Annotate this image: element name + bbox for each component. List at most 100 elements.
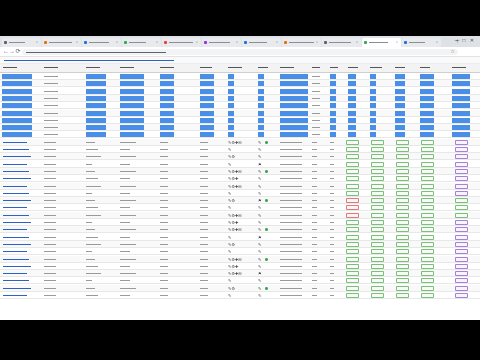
status-button[interactable]	[346, 212, 359, 218]
tab-close-icon[interactable]: ×	[436, 41, 439, 44]
action-icons[interactable]: ✎⚙	[228, 286, 235, 291]
record-link[interactable]	[3, 258, 29, 260]
action-icons[interactable]: ✎	[228, 278, 231, 283]
record-link[interactable]	[3, 273, 27, 275]
tab-close-icon[interactable]: ×	[276, 41, 279, 44]
selected-id-cell[interactable]	[2, 132, 32, 138]
table-row[interactable]: ✎ ⚑	[0, 161, 480, 168]
browser-tab[interactable]: ×	[82, 38, 121, 47]
status-button[interactable]	[455, 168, 468, 174]
column-header[interactable]	[86, 67, 100, 68]
status-button[interactable]	[371, 220, 384, 225]
action-icons[interactable]: ✎⚙✚	[228, 220, 238, 225]
action-icons[interactable]: ✎⚙	[228, 154, 235, 159]
status-button[interactable]	[346, 227, 359, 233]
status-button[interactable]	[455, 271, 468, 277]
table-row[interactable]: ✎ ⚑	[0, 234, 480, 241]
status-button[interactable]	[421, 220, 434, 225]
status-button[interactable]	[455, 212, 468, 218]
status-button[interactable]	[346, 293, 359, 298]
status-button[interactable]	[396, 205, 409, 211]
selected-id-cell[interactable]	[2, 81, 32, 87]
status-button[interactable]	[455, 278, 468, 284]
status-button[interactable]	[421, 168, 434, 174]
table-row[interactable]: ✎⚙✚✉ ✎	[0, 167, 480, 175]
status-button[interactable]	[396, 139, 409, 145]
column-header[interactable]	[120, 67, 134, 68]
status-button[interactable]	[371, 212, 384, 218]
table-row[interactable]	[0, 117, 480, 124]
status-button[interactable]	[396, 234, 409, 240]
status-button[interactable]	[346, 241, 359, 247]
table-row[interactable]: ✎⚙✚✉ ✎	[0, 226, 480, 234]
status-button[interactable]	[396, 168, 409, 174]
status-button[interactable]	[455, 176, 468, 182]
status-button[interactable]	[346, 161, 359, 167]
status-button[interactable]	[371, 176, 384, 182]
status-button[interactable]	[421, 263, 434, 269]
table-row[interactable]	[0, 109, 480, 117]
column-header[interactable]	[44, 67, 58, 68]
status-button[interactable]	[346, 234, 359, 240]
browser-tab[interactable]: ×	[162, 38, 201, 47]
record-link[interactable]	[3, 265, 31, 267]
record-link[interactable]	[3, 163, 27, 165]
selected-id-cell[interactable]	[2, 125, 32, 131]
status-button[interactable]	[371, 249, 384, 255]
status-button[interactable]	[421, 190, 434, 196]
action-icons[interactable]: ✎⚙✚✉	[228, 213, 242, 218]
reload-icon[interactable]: ⟳	[15, 49, 21, 55]
table-row[interactable]	[0, 124, 480, 132]
status-button[interactable]	[396, 227, 409, 233]
action-icons[interactable]: ✎⚙✚	[228, 264, 238, 269]
record-link[interactable]	[3, 192, 29, 194]
status-button[interactable]	[346, 220, 359, 225]
status-button[interactable]	[455, 154, 468, 160]
column-header[interactable]	[370, 67, 382, 68]
browser-tab[interactable]: ×	[402, 38, 441, 47]
status-button[interactable]	[396, 285, 409, 291]
table-row[interactable]: ✎⚙✚ ✎	[0, 263, 480, 270]
column-header[interactable]	[280, 67, 294, 68]
status-button[interactable]	[396, 278, 409, 284]
selected-id-cell[interactable]	[2, 95, 32, 101]
status-button[interactable]	[455, 293, 468, 298]
status-button[interactable]	[371, 293, 384, 298]
status-button[interactable]	[396, 198, 409, 204]
bookmark-star-icon[interactable]: ☆	[451, 49, 455, 55]
record-link[interactable]	[3, 214, 29, 216]
column-header[interactable]	[452, 67, 466, 68]
status-button[interactable]	[421, 278, 434, 284]
action-icons[interactable]: ✎	[228, 147, 231, 152]
minimize-button[interactable]: −	[452, 38, 460, 44]
status-button[interactable]	[421, 212, 434, 218]
record-link[interactable]	[3, 185, 27, 187]
record-link[interactable]	[3, 243, 31, 245]
table-row[interactable]	[0, 73, 480, 80]
record-link[interactable]	[3, 251, 27, 253]
action-icons[interactable]: ✎⚙	[228, 242, 235, 247]
status-button[interactable]	[371, 285, 384, 291]
table-row[interactable]: ✎ ✎	[0, 204, 480, 212]
record-link[interactable]	[3, 236, 29, 238]
table-row[interactable]: ✎ ✎	[0, 292, 480, 299]
status-button[interactable]	[371, 241, 384, 247]
status-button[interactable]	[455, 147, 468, 152]
tab-close-icon[interactable]: ×	[196, 41, 199, 44]
status-button[interactable]	[396, 176, 409, 182]
tab-close-icon[interactable]: ×	[116, 41, 119, 44]
status-button[interactable]	[455, 220, 468, 225]
status-button[interactable]	[455, 198, 468, 204]
column-header[interactable]	[160, 67, 174, 68]
status-button[interactable]	[455, 285, 468, 291]
status-button[interactable]	[421, 285, 434, 291]
status-button[interactable]	[396, 220, 409, 225]
status-button[interactable]	[371, 161, 384, 167]
action-icons[interactable]: ✎⚙✚✉	[228, 227, 242, 232]
tab-close-icon[interactable]: ×	[356, 41, 359, 44]
record-link[interactable]	[3, 229, 27, 231]
status-button[interactable]	[455, 249, 468, 255]
status-button[interactable]	[455, 205, 468, 211]
status-button[interactable]	[455, 234, 468, 240]
status-button[interactable]	[371, 205, 384, 211]
